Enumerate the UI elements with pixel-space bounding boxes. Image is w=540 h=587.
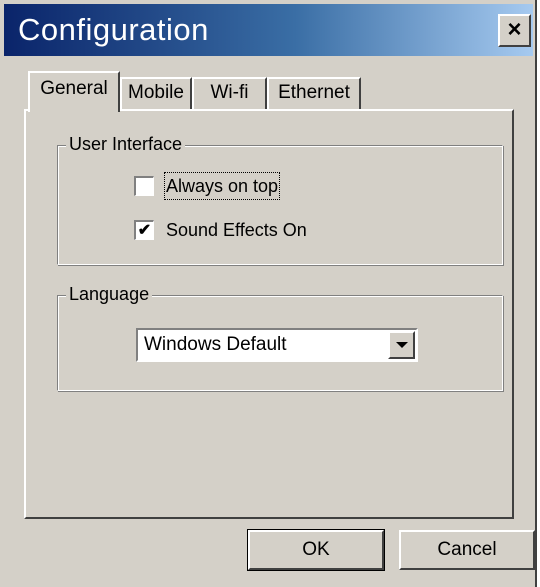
ok-button[interactable]: OK — [247, 529, 385, 571]
tab-label: Wi-fi — [210, 82, 249, 103]
language-select[interactable]: Windows Default — [136, 328, 418, 362]
title-bar[interactable]: Configuration × — [4, 4, 533, 56]
always-on-top-checkbox[interactable] — [134, 176, 154, 196]
close-button[interactable]: × — [498, 14, 531, 47]
language-select-value: Windows Default — [144, 334, 287, 355]
language-dropdown-button[interactable] — [388, 331, 415, 359]
window-title: Configuration — [18, 12, 209, 47]
sound-effects-label[interactable]: Sound Effects On — [166, 218, 307, 242]
chevron-down-icon — [396, 342, 408, 348]
checkmark-icon: ✔ — [137, 222, 152, 239]
tab-mobile[interactable]: Mobile — [120, 77, 192, 109]
configuration-window: Configuration × General Mobile Wi-fi Eth… — [0, 0, 537, 587]
language-group: Language Windows Default — [57, 283, 503, 391]
tab-general[interactable]: General — [28, 71, 120, 112]
close-icon: × — [507, 16, 522, 43]
tab-ethernet[interactable]: Ethernet — [267, 77, 361, 109]
tab-label: General — [40, 78, 108, 99]
tab-label: Mobile — [128, 82, 184, 103]
sound-effects-checkbox[interactable]: ✔ — [134, 220, 154, 240]
always-on-top-label[interactable]: Always on top — [163, 172, 281, 200]
tab-label: Ethernet — [278, 82, 350, 103]
cancel-button[interactable]: Cancel — [399, 530, 535, 570]
general-tab-panel: User Interface Always on top ✔ Sound Eff… — [24, 109, 514, 519]
user-interface-group-label: User Interface — [66, 133, 186, 155]
user-interface-group: User Interface Always on top ✔ Sound Eff… — [57, 133, 503, 265]
language-group-label: Language — [66, 283, 153, 305]
tab-wifi[interactable]: Wi-fi — [192, 77, 267, 109]
